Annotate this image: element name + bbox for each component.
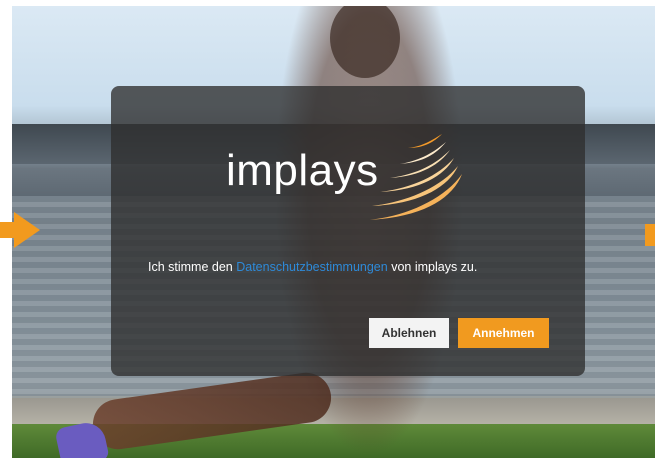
accept-button[interactable]: Annehmen — [458, 318, 549, 348]
consent-text-after: von implays zu. — [387, 260, 478, 274]
arrow-next-icon[interactable] — [645, 224, 655, 246]
arrow-right-icon[interactable] — [14, 212, 40, 248]
consent-text-before: Ich stimme den — [148, 260, 237, 274]
logo-swoosh-icon — [366, 134, 462, 220]
consent-message: Ich stimme den Datenschutzbestimmungen v… — [148, 254, 548, 280]
privacy-policy-link[interactable]: Datenschutzbestimmungen — [236, 260, 387, 274]
implays-logo: implays — [226, 146, 379, 195]
decline-button[interactable]: Ablehnen — [369, 318, 449, 348]
